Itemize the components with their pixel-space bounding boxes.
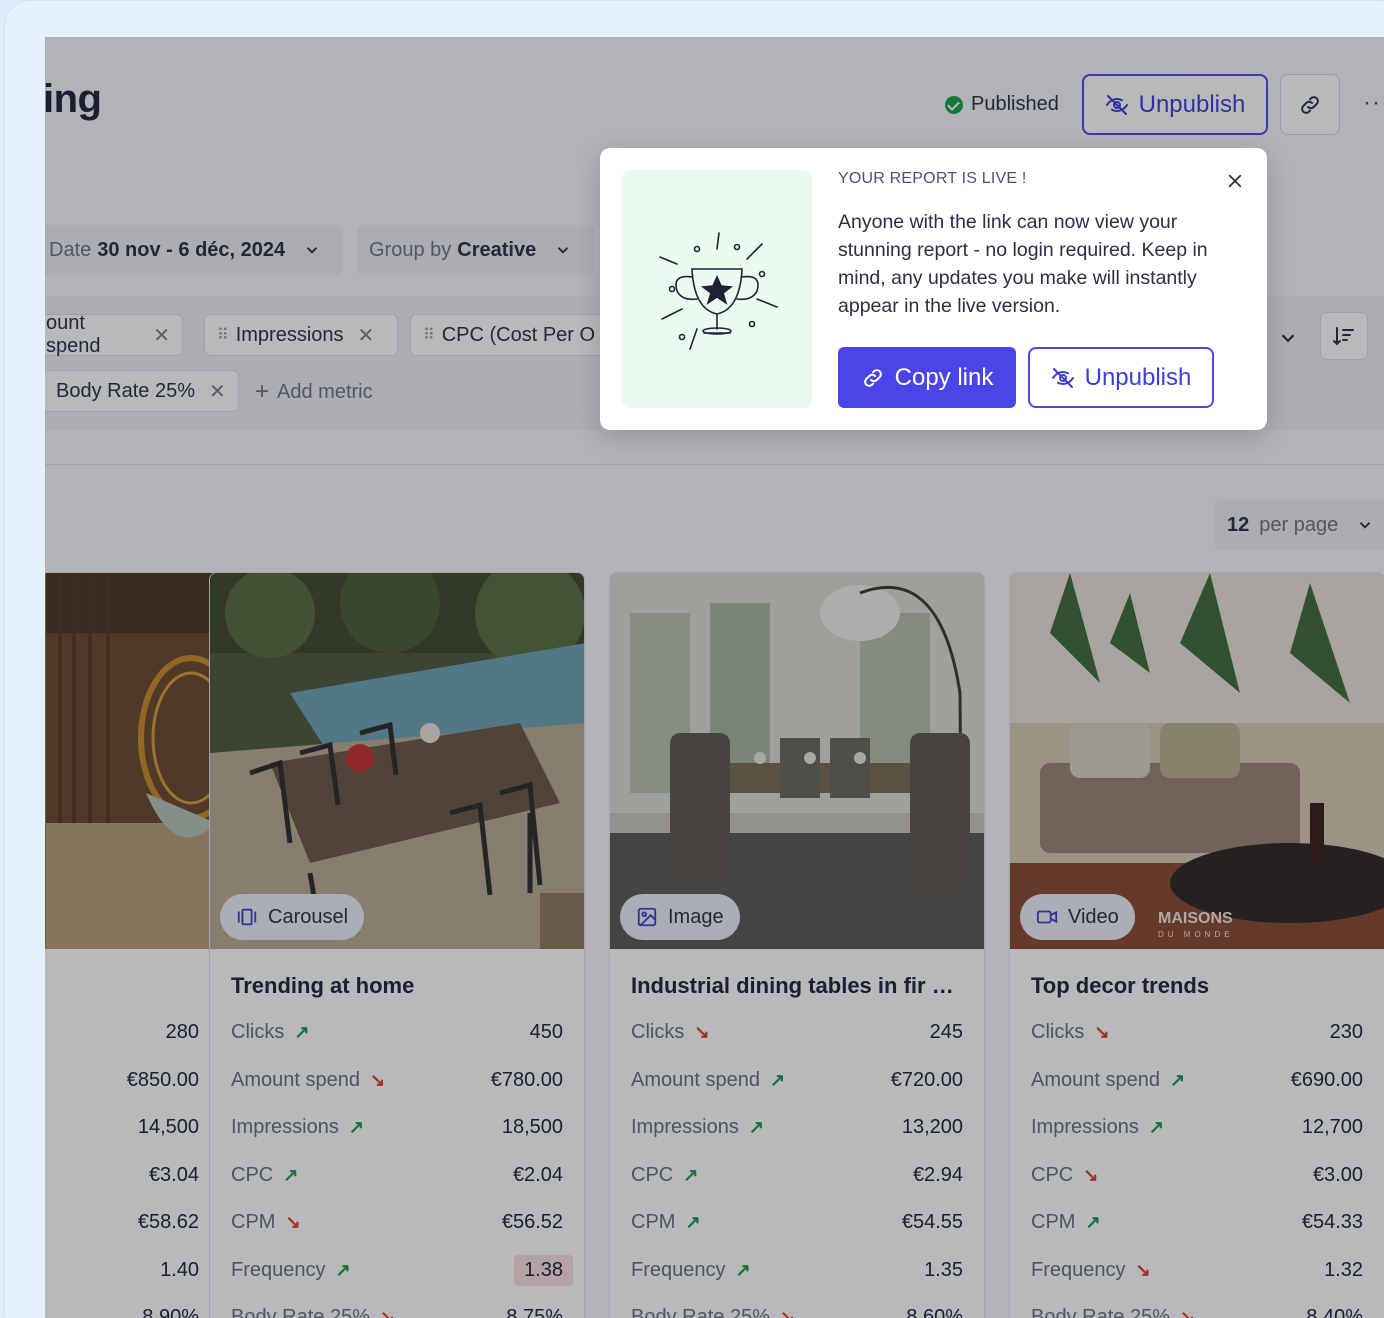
copy-link-label: Copy link xyxy=(894,363,994,391)
eye-off-icon xyxy=(1051,367,1074,388)
popup-unpublish-button[interactable]: Unpublish xyxy=(1028,347,1214,408)
report-live-popup: YOUR REPORT IS LIVE ! Anyone with the li… xyxy=(600,148,1267,430)
popup-message: Anyone with the link can now view your s… xyxy=(838,211,1208,317)
popup-unpublish-label: Unpublish xyxy=(1084,363,1192,391)
copy-link-button[interactable]: Copy link xyxy=(838,347,1016,408)
popup-eyebrow: YOUR REPORT IS LIVE ! xyxy=(838,170,1027,187)
link-icon xyxy=(863,368,882,387)
close-icon[interactable] xyxy=(1222,168,1248,194)
trophy-illustration xyxy=(622,170,812,408)
